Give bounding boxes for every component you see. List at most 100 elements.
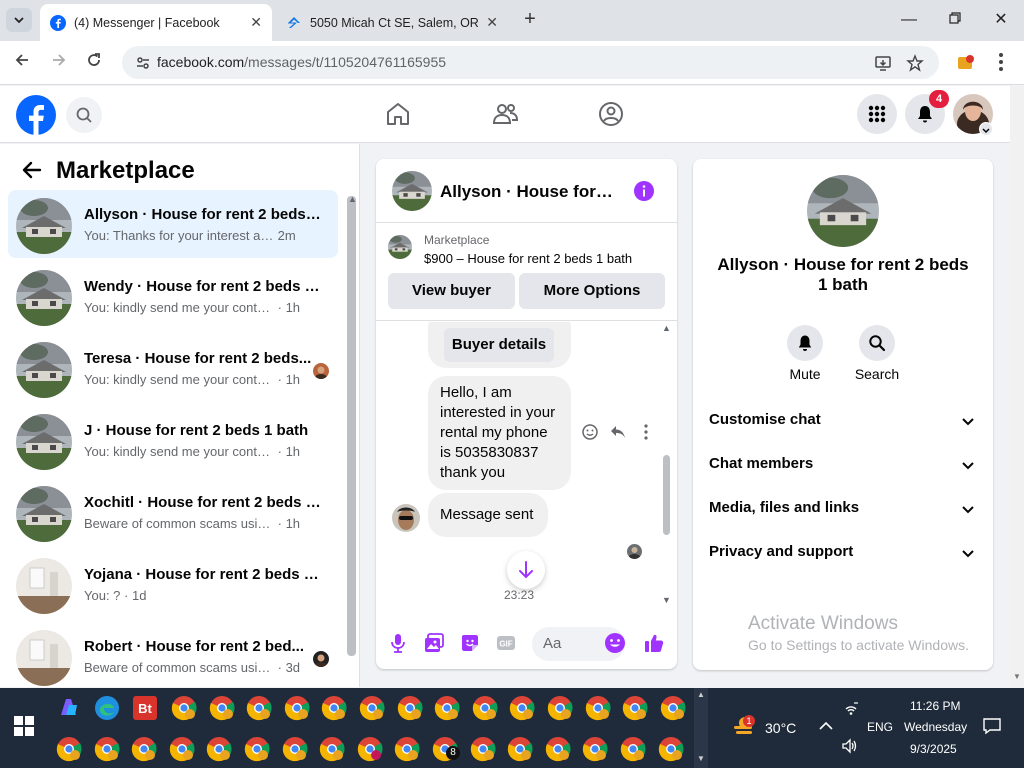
chat-title[interactable]: Allyson · House for r...	[440, 182, 615, 202]
reload-button[interactable]	[82, 51, 106, 75]
chrome-profile-icon[interactable]	[359, 695, 385, 721]
conversation-item[interactable]: Xochitl · House for rent 2 beds 1... Bewa…	[8, 478, 338, 546]
buyer-details-button[interactable]: Buyer details	[444, 328, 554, 362]
clock-time[interactable]: 11:26 PM	[910, 699, 960, 713]
chrome-profile-icon[interactable]	[319, 736, 345, 762]
back-button[interactable]	[10, 51, 34, 75]
chrome-profile-icon[interactable]	[171, 695, 197, 721]
chrome-profile-icon[interactable]	[397, 695, 423, 721]
conversation-item[interactable]: Wendy · House for rent 2 beds 1... You: k…	[8, 262, 338, 330]
new-tab-button[interactable]: +	[518, 8, 542, 32]
chrome-profile-icon[interactable]	[509, 695, 535, 721]
photo-icon[interactable]	[423, 632, 445, 654]
chrome-profile-icon[interactable]	[284, 695, 310, 721]
app-icon[interactable]	[357, 736, 383, 762]
tab-listing[interactable]: 5050 Micah Ct SE, Salem, OR 97 ✕	[276, 4, 508, 41]
facebook-search-button[interactable]	[66, 97, 102, 133]
chrome-profile-icon[interactable]	[472, 695, 498, 721]
reply-icon[interactable]	[609, 423, 627, 441]
page-scroll-down[interactable]: ▼	[1013, 672, 1021, 681]
home-icon[interactable]	[384, 100, 412, 128]
menu-button[interactable]	[857, 94, 897, 134]
conversation-item[interactable]: Yojana · House for rent 2 beds 1 ... You:…	[8, 550, 338, 618]
chrome-profile-icon[interactable]	[582, 736, 608, 762]
bookmark-star-icon[interactable]	[906, 54, 924, 72]
windows-start-icon[interactable]	[14, 716, 34, 736]
chrome-profile-icon[interactable]	[394, 736, 420, 762]
chrome-profile-icon[interactable]	[244, 736, 270, 762]
back-arrow-icon[interactable]	[20, 158, 44, 182]
gif-icon[interactable]: GIF	[495, 632, 517, 654]
chrome-profile-icon[interactable]	[622, 695, 648, 721]
notification-center-icon[interactable]	[982, 717, 1002, 735]
details-section[interactable]: Customise chat	[701, 399, 985, 443]
minimize-button[interactable]: —	[897, 8, 921, 32]
info-icon[interactable]	[634, 181, 654, 201]
search-in-chat-button[interactable]: Search	[847, 325, 907, 382]
chrome-profile-icon[interactable]	[470, 736, 496, 762]
address-bar[interactable]: facebook.com/messages/t/1105204761165955	[122, 46, 939, 79]
chrome-profile-icon[interactable]	[206, 736, 232, 762]
chrome-profile-icon[interactable]	[94, 736, 120, 762]
account-chevron-icon[interactable]	[979, 122, 993, 136]
emoji-icon[interactable]	[604, 632, 626, 654]
chrome-profile-icon[interactable]	[658, 736, 684, 762]
conversation-item[interactable]: Teresa · House for rent 2 beds... You: ki…	[8, 334, 338, 402]
chrome-profile-icon[interactable]	[282, 736, 308, 762]
details-section[interactable]: Privacy and support	[701, 531, 985, 575]
conversation-item[interactable]: Allyson · House for rent 2 beds 1... You:…	[8, 190, 338, 258]
browser-menu-icon[interactable]	[994, 50, 1008, 74]
taskbar-scrollbar[interactable]: ▲ ▼	[694, 688, 708, 768]
clock-day[interactable]: Wednesday	[904, 720, 967, 734]
page-scrollbar[interactable]: ▼	[1010, 86, 1024, 687]
friends-icon[interactable]	[491, 100, 519, 128]
language-indicator[interactable]: ENG	[867, 720, 893, 734]
sidebar-scrollbar[interactable]	[347, 196, 356, 656]
tab-messenger[interactable]: (4) Messenger | Facebook ✕	[40, 4, 272, 41]
chat-scrollbar[interactable]	[663, 455, 670, 535]
conversation-item[interactable]: Robert · House for rent 2 bed... Beware o…	[8, 622, 338, 687]
chrome-profile-icon[interactable]	[660, 695, 686, 721]
scroll-up-arrow[interactable]: ▲	[662, 323, 671, 333]
chevron-up-icon[interactable]	[818, 720, 834, 732]
site-info-icon[interactable]	[134, 54, 152, 72]
extension-icon[interactable]	[955, 51, 977, 73]
react-icon[interactable]	[581, 423, 599, 441]
chrome-profile-icon[interactable]	[209, 695, 235, 721]
groups-icon[interactable]	[597, 100, 625, 128]
close-tab-icon[interactable]: ✕	[486, 14, 498, 31]
chrome-profile-icon[interactable]	[547, 695, 573, 721]
chrome-profile-icon[interactable]	[321, 695, 347, 721]
view-buyer-button[interactable]: View buyer	[388, 273, 515, 309]
jump-to-latest-button[interactable]	[507, 551, 545, 589]
close-tab-icon[interactable]: ✕	[250, 14, 262, 31]
chrome-profile-icon[interactable]	[434, 695, 460, 721]
mute-button[interactable]: Mute	[775, 325, 835, 382]
chrome-profile-icon[interactable]	[620, 736, 646, 762]
weather-temperature[interactable]: 30°C	[765, 720, 796, 736]
tab-search-button[interactable]	[6, 8, 32, 32]
sticker-icon[interactable]	[459, 632, 481, 654]
chrome-profile-icon[interactable]	[169, 736, 195, 762]
close-window-button[interactable]: ✕	[989, 8, 1013, 32]
chrome-profile-icon[interactable]	[131, 736, 157, 762]
edge-icon[interactable]	[94, 695, 120, 721]
scroll-up-arrow[interactable]: ▲	[348, 194, 357, 204]
copilot-icon[interactable]	[56, 695, 82, 721]
thumbs-up-icon[interactable]	[643, 632, 665, 654]
clock-date[interactable]: 9/3/2025	[910, 742, 957, 756]
network-icon[interactable]	[843, 700, 859, 716]
chrome-profile-icon[interactable]	[507, 736, 533, 762]
details-section[interactable]: Media, files and links	[701, 487, 985, 531]
more-options-button[interactable]: More Options	[519, 273, 665, 309]
more-icon[interactable]	[637, 423, 655, 441]
scroll-down-arrow[interactable]: ▼	[662, 595, 671, 605]
details-section[interactable]: Chat members	[701, 443, 985, 487]
chrome-profile-icon[interactable]	[56, 736, 82, 762]
volume-icon[interactable]	[841, 738, 859, 754]
install-app-icon[interactable]	[874, 54, 892, 72]
forward-button[interactable]	[47, 51, 71, 75]
microphone-icon[interactable]	[387, 632, 409, 654]
chrome-profile-icon[interactable]	[545, 736, 571, 762]
chrome-profile-icon[interactable]	[585, 695, 611, 721]
